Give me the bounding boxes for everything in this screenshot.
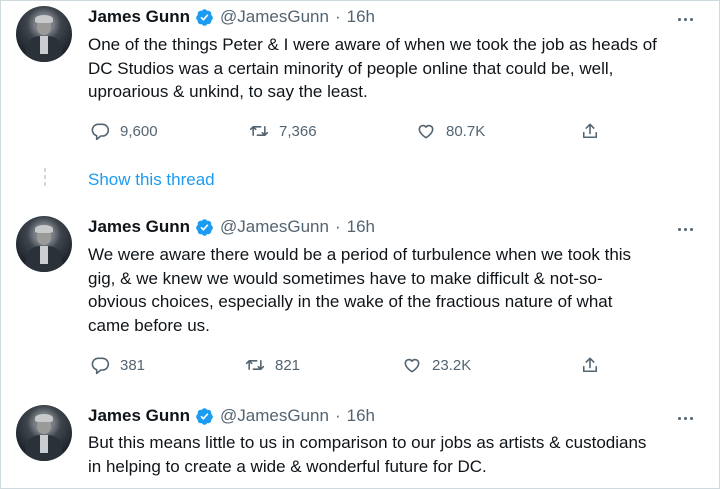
more-icon[interactable] [672,410,698,426]
like-button[interactable]: 80.7K [416,119,485,143]
retweet-icon [245,360,265,370]
thread-connector [44,168,46,172]
author-name[interactable]: James Gunn [88,217,190,237]
timestamp[interactable]: 16h [347,217,375,237]
reply-button[interactable]: 381 [90,353,145,377]
like-icon [404,358,420,373]
share-button[interactable] [580,353,600,377]
reply-button[interactable]: 9,600 [90,119,158,143]
tweet-header: James Gunn @JamesGunn · 16h [88,216,375,238]
author-name[interactable]: James Gunn [88,406,190,426]
tweet-header: James Gunn @JamesGunn · 16h [88,6,375,28]
avatar[interactable] [16,405,72,461]
share-icon [582,357,598,373]
show-thread-link[interactable]: Show this thread [88,170,215,190]
retweet-count: 821 [275,356,301,374]
more-icon[interactable] [672,221,698,237]
retweet-icon [249,126,269,136]
author-handle[interactable]: @JamesGunn [220,7,329,27]
verified-badge-icon [196,407,213,425]
separator: · [334,406,341,425]
timestamp[interactable]: 16h [347,7,375,27]
share-button[interactable] [580,119,600,143]
tweet-text: One of the things Peter & I were aware o… [88,35,657,101]
reply-count: 381 [120,356,146,374]
tweet-header: James Gunn @JamesGunn · 16h [88,405,375,427]
timestamp[interactable]: 16h [347,406,375,426]
reply-icon [91,123,110,141]
avatar[interactable] [16,6,72,62]
like-icon [418,124,434,139]
retweet-button[interactable]: 7,366 [249,119,317,143]
retweet-button[interactable]: 821 [245,353,300,377]
like-count: 23.2K [432,356,472,374]
retweet-count: 7,366 [279,122,317,140]
verified-badge-icon [196,218,213,236]
author-handle[interactable]: @JamesGunn [220,406,329,426]
more-icon[interactable] [672,11,698,27]
tweet-actions: 381 821 23.2K [0,353,720,377]
tweet-actions: 9,600 7,366 80.7K [0,119,720,143]
tweet-text: We were aware there would be a period of… [88,245,632,335]
separator: · [334,217,341,236]
reply-icon [91,357,110,375]
like-count: 80.7K [446,122,486,140]
thread-connector [44,175,46,179]
reply-count: 9,600 [120,122,158,140]
tweet-text: But this means little to us in compariso… [88,433,647,476]
like-button[interactable]: 23.2K [402,353,471,377]
author-name[interactable]: James Gunn [88,7,190,27]
author-handle[interactable]: @JamesGunn [220,217,329,237]
share-icon [582,123,598,139]
thread-connector [44,182,46,186]
avatar[interactable] [16,216,72,272]
separator: · [334,7,341,26]
verified-badge-icon [196,8,213,26]
